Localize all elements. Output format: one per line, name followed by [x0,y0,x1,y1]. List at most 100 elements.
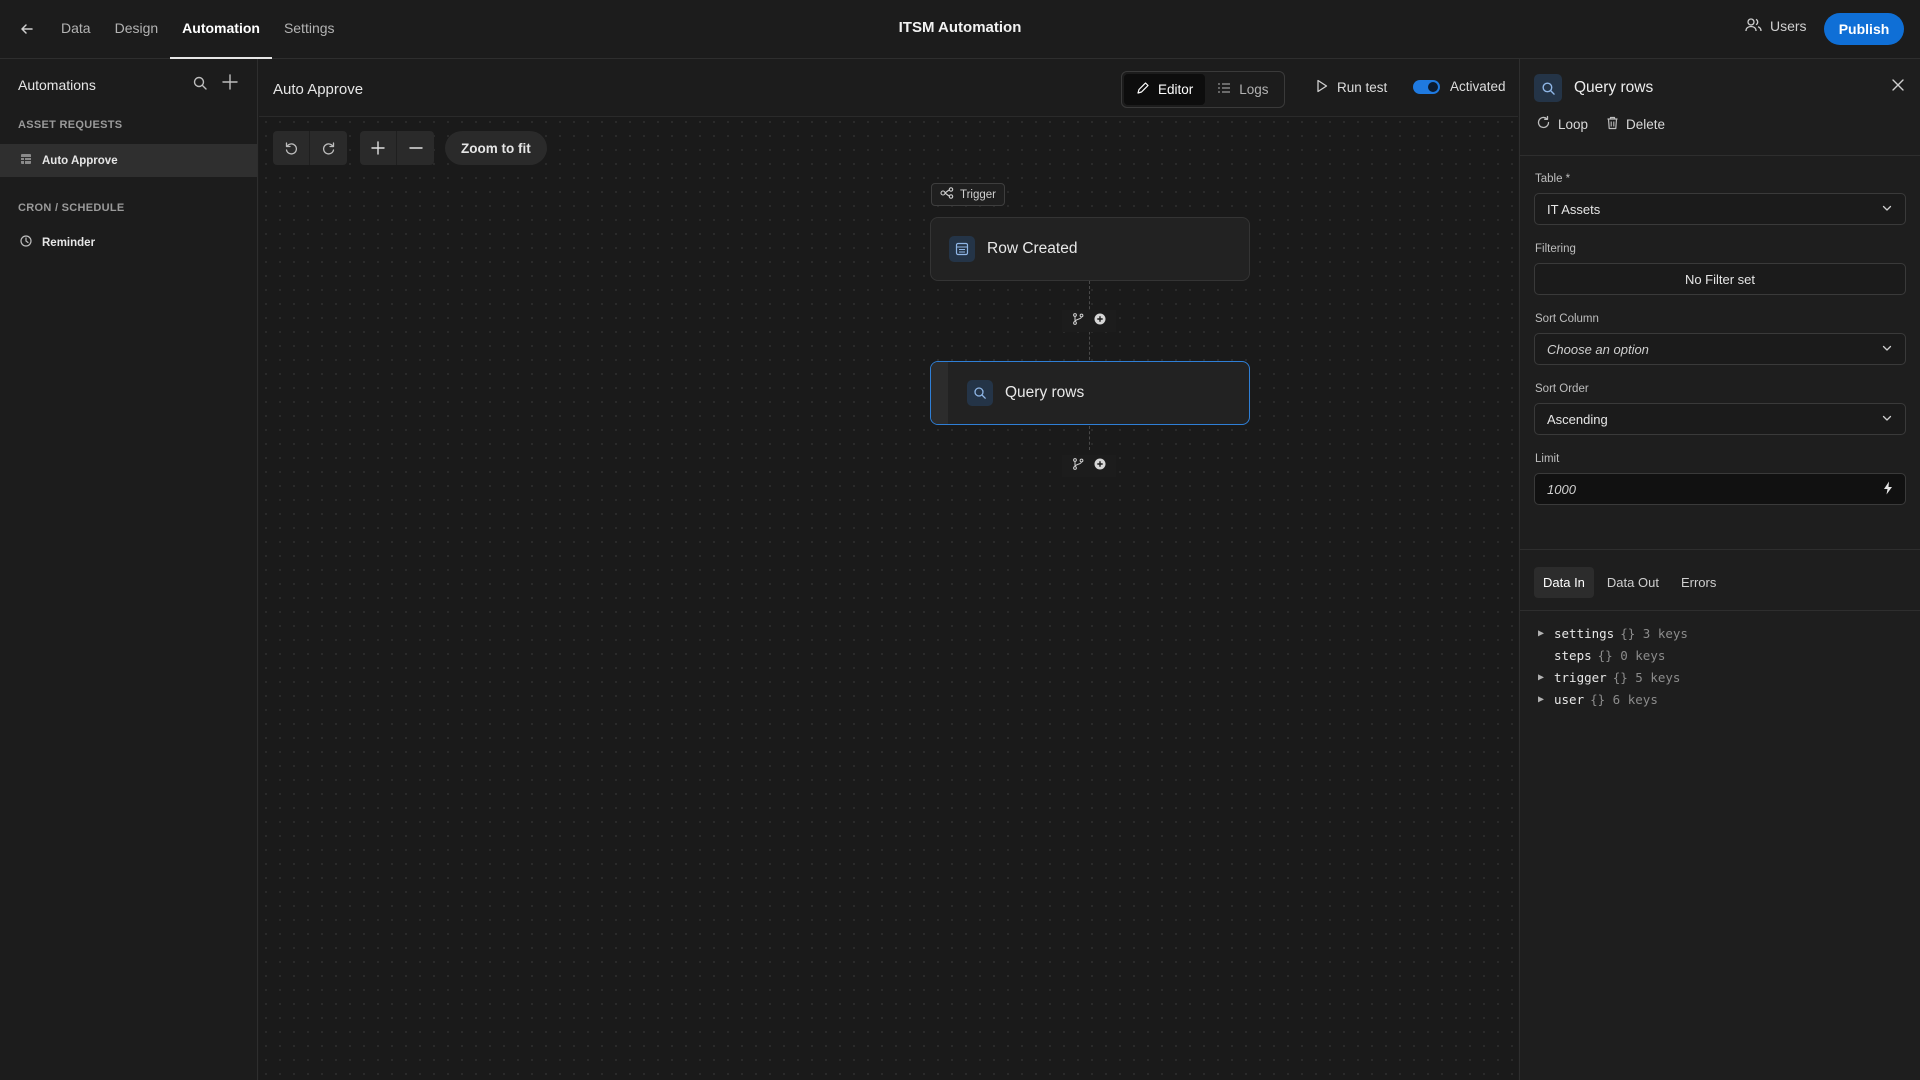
trigger-icon [940,187,954,202]
add-step-icon[interactable] [1094,312,1106,330]
undo-icon[interactable] [273,131,310,165]
zoom-in-icon[interactable] [360,131,397,165]
chevron-down-icon [1881,202,1893,217]
branch-icon[interactable] [1072,312,1084,330]
sidebar-item-reminder[interactable]: Reminder [0,226,257,259]
zoom-out-icon[interactable] [397,131,434,165]
users-label: Users [1770,18,1807,34]
loop-label: Loop [1558,116,1589,132]
delete-label: Delete [1626,116,1666,132]
tree-row-trigger[interactable]: ▶ trigger {} 5 keys [1538,666,1688,688]
run-test-button[interactable]: Run test [1316,79,1387,96]
canvas-header: Auto Approve Editor Logs Run test Activa… [259,59,1518,117]
panel-title: Query rows [1574,79,1654,96]
editor-tab[interactable]: Editor [1124,74,1206,105]
sort-order-select[interactable]: Ascending [1534,403,1906,435]
node-query-rows[interactable]: Query rows [930,361,1250,425]
activated-toggle-wrap: Activated [1413,79,1506,94]
tree-key: trigger [1554,669,1607,685]
nav-design[interactable]: Design [103,0,171,59]
table-icon [20,153,32,168]
panel-actions: Loop Delete [1536,115,1665,133]
list-icon [1217,81,1231,98]
tab-data-out[interactable]: Data Out [1598,567,1668,598]
tab-data-in[interactable]: Data In [1534,567,1594,598]
tree-meta: {} 3 keys [1620,625,1688,641]
delete-button[interactable]: Delete [1606,115,1665,133]
limit-input[interactable]: 1000 [1534,473,1906,505]
lightning-icon[interactable] [1883,481,1893,498]
back-arrow-icon[interactable] [16,18,38,40]
activated-label: Activated [1450,79,1506,94]
limit-value: 1000 [1547,481,1576,497]
sidebar-item-label: Reminder [42,236,96,249]
tree-row-user[interactable]: ▶ user {} 6 keys [1538,688,1688,710]
tree-row-settings[interactable]: ▶ settings {} 3 keys [1538,622,1688,644]
nav-data[interactable]: Data [49,0,103,59]
automations-sidebar: Automations ASSET REQUESTS Auto Approve … [0,59,258,1080]
users-button[interactable]: Users [1745,17,1807,35]
table-label: Table * [1535,173,1571,185]
expand-caret-icon[interactable]: ▶ [1538,694,1548,705]
divider [1520,610,1920,611]
tab-errors[interactable]: Errors [1672,567,1725,598]
search-icon [1534,74,1562,102]
chevron-down-icon [1881,412,1893,427]
top-bar: Data Design Automation Settings ITSM Aut… [0,0,1920,59]
run-test-label: Run test [1337,80,1388,95]
zoom-controls [360,131,434,165]
nav-automation[interactable]: Automation [170,0,272,59]
search-icon [967,380,993,406]
node-label: Row Created [987,240,1078,257]
chevron-down-icon [1881,342,1893,357]
automation-canvas[interactable]: Auto Approve Editor Logs Run test Activa… [259,59,1518,1080]
play-icon [1316,79,1328,96]
limit-label: Limit [1535,453,1560,465]
clock-icon [20,235,32,250]
filtering-value: No Filter set [1684,271,1756,287]
loop-button[interactable]: Loop [1536,115,1588,133]
publish-button[interactable]: Publish [1824,13,1904,45]
activated-toggle[interactable] [1413,79,1440,94]
divider [1520,549,1920,550]
loop-icon [1536,115,1551,133]
data-tabs: Data In Data Out Errors [1534,567,1725,598]
editor-label: Editor [1158,82,1194,97]
step-actions-1 [1062,310,1116,332]
tree-meta: {} 5 keys [1612,669,1681,685]
logs-tab[interactable]: Logs [1205,74,1280,105]
close-icon[interactable] [1890,77,1910,97]
add-step-icon[interactable] [1094,457,1106,475]
table-select[interactable]: IT Assets [1534,193,1906,225]
sidebar-title: Automations [18,77,96,93]
sort-column-value: Choose an option [1547,341,1649,357]
redo-icon[interactable] [310,131,347,165]
history-controls [273,131,347,165]
zoom-to-fit-button[interactable]: Zoom to fit [445,131,547,165]
expand-caret-icon[interactable]: ▶ [1538,628,1548,639]
sidebar-item-label: Auto Approve [42,154,118,167]
filtering-button[interactable]: No Filter set [1534,263,1906,295]
section-title-asset-requests: ASSET REQUESTS [18,119,123,131]
top-nav: Data Design Automation Settings [49,0,347,59]
editor-logs-switch: Editor Logs [1121,71,1285,108]
nav-settings[interactable]: Settings [272,0,347,59]
sort-column-select[interactable]: Choose an option [1534,333,1906,365]
data-in-tree: ▶ settings {} 3 keys steps {} 0 keys ▶ t… [1538,622,1688,710]
connector-line [1089,426,1090,450]
expand-caret-icon[interactable]: ▶ [1538,672,1548,683]
node-row-created[interactable]: Row Created [930,217,1250,281]
tree-key: settings [1554,625,1615,641]
search-icon[interactable] [192,75,212,95]
divider [1520,155,1920,156]
add-automation-icon[interactable] [221,73,243,95]
automation-name: Auto Approve [273,81,364,98]
node-label: Query rows [1005,384,1085,401]
sidebar-item-auto-approve[interactable]: Auto Approve [0,144,257,177]
sort-column-label: Sort Column [1535,313,1599,325]
drag-handle[interactable] [931,362,948,424]
branch-icon[interactable] [1072,457,1084,475]
pencil-icon [1136,81,1150,98]
step-settings-panel: Query rows Loop Delete Table * IT Assets… [1519,59,1920,1080]
tree-key: user [1554,691,1585,707]
